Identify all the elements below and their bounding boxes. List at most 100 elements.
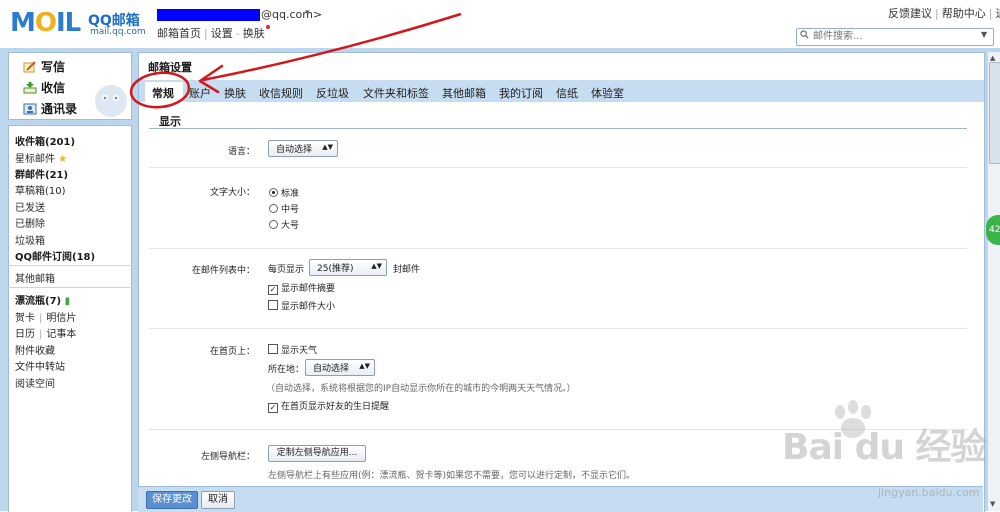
user-domain: @qq.com> bbox=[261, 8, 323, 21]
watermark: Bai du 经验 jingyan.baidu.com bbox=[760, 400, 1000, 510]
radio-icon bbox=[269, 220, 278, 229]
sidebar-item-spam[interactable]: 垃圾箱 bbox=[15, 232, 45, 247]
per-page-select[interactable]: 25(推荐) ▲▼ bbox=[309, 259, 387, 276]
radio-icon bbox=[269, 204, 278, 213]
font-size-standard-radio[interactable]: 标准 bbox=[269, 186, 299, 199]
sidebar-item-starred[interactable]: 星标邮件 ★ bbox=[15, 150, 67, 165]
tab-general[interactable]: 常规 bbox=[152, 85, 174, 101]
show-summary-checkbox[interactable]: ✓ 显示邮件摘要 bbox=[268, 281, 335, 295]
checkbox-checked-icon: ✓ bbox=[268, 403, 278, 413]
sidebar-item-group[interactable]: 群邮件(21) bbox=[15, 166, 68, 181]
birthday-reminder-checkbox[interactable]: ✓ 在首页显示好友的生日提醒 bbox=[268, 399, 389, 413]
mail-list-label: 在邮件列表中： bbox=[191, 266, 255, 276]
per-page-label: 每页显示 bbox=[268, 265, 305, 275]
receive-button[interactable]: 收信 bbox=[23, 79, 65, 96]
contacts-button[interactable]: 通讯录 bbox=[23, 100, 77, 117]
location-select[interactable]: 自动选择 ▲▼ bbox=[305, 359, 375, 376]
header-links: 邮箱首页 | 设置 - 换肤 bbox=[157, 25, 270, 41]
chevron-updown-icon: ▲▼ bbox=[371, 262, 382, 270]
header: MOIL QQ邮箱 mail.qq.com @qq.com> ▾ 邮箱首页 | 设置… bbox=[0, 0, 1000, 48]
settings-link[interactable]: 设置 bbox=[211, 27, 233, 40]
postcard-link[interactable]: 明信片 bbox=[46, 313, 76, 324]
tab-skin[interactable]: 换肤 bbox=[224, 85, 246, 101]
tab-folders-labels[interactable]: 文件夹和标签 bbox=[363, 85, 429, 101]
sidebar-item-attachments[interactable]: 附件收藏 bbox=[15, 342, 55, 357]
sidebar-main-actions: 写信 收信 通讯录 bbox=[8, 52, 132, 120]
scroll-up-icon[interactable]: ▲ bbox=[990, 54, 995, 62]
greeting-card-link[interactable]: 贺卡 bbox=[15, 313, 35, 324]
sidebar-item-file-transfer[interactable]: 文件中转站 bbox=[15, 358, 65, 373]
search-dropdown-icon[interactable]: ▼ bbox=[981, 30, 987, 39]
watermark-url: jingyan.baidu.com bbox=[878, 486, 980, 499]
sidebar-item-inbox[interactable]: 收件箱(201) bbox=[15, 133, 75, 148]
left-nav-label: 左侧导航栏： bbox=[200, 452, 255, 462]
chevron-updown-icon: ▲▼ bbox=[359, 362, 370, 370]
tab-account[interactable]: 账户 bbox=[189, 85, 211, 101]
checkbox-icon bbox=[268, 300, 278, 310]
search-box[interactable]: ▼ bbox=[796, 28, 994, 46]
search-input[interactable] bbox=[813, 30, 973, 43]
bottle-icon: ▮ bbox=[64, 296, 71, 307]
language-label: 语言： bbox=[227, 147, 255, 157]
divider bbox=[8, 287, 130, 288]
home-page-label: 在首页上： bbox=[209, 347, 255, 357]
logo-brand: MOIL bbox=[10, 8, 81, 38]
search-icon bbox=[800, 30, 809, 39]
weather-note: （自动选择，系统将根据您的IP自动显示你所在的城市的今明两天天气情况。） bbox=[266, 384, 576, 394]
notes-link[interactable]: 记事本 bbox=[46, 329, 76, 340]
logo[interactable]: MOIL QQ邮箱 mail.qq.com bbox=[10, 8, 150, 42]
divider bbox=[149, 128, 967, 129]
location-label: 所在地： bbox=[268, 365, 305, 375]
inbox-download-icon bbox=[23, 82, 37, 94]
side-widget-bubble[interactable]: 42 bbox=[986, 215, 1000, 245]
tab-other-mail[interactable]: 其他邮箱 bbox=[442, 85, 486, 101]
sidebar-item-bottle[interactable]: 漂流瓶(7) ▮ bbox=[15, 292, 70, 307]
mail-home-link[interactable]: 邮箱首页 bbox=[157, 27, 201, 40]
sidebar-item-reading[interactable]: 阅读空间 bbox=[15, 375, 55, 390]
save-button[interactable]: 保存更改 bbox=[146, 491, 198, 509]
tab-rules[interactable]: 收信规则 bbox=[259, 85, 303, 101]
customize-left-nav-button[interactable]: 定制左侧导航应用... bbox=[268, 445, 366, 462]
show-size-checkbox[interactable]: 显示邮件大小 bbox=[268, 299, 335, 312]
show-weather-checkbox[interactable]: 显示天气 bbox=[268, 343, 317, 356]
page-title: 邮箱设置 bbox=[148, 61, 192, 74]
settings-tabs: 常规 账户 换肤 收信规则 反垃圾 文件夹和标签 其他邮箱 我的订阅 信纸 体验… bbox=[139, 80, 984, 102]
chevron-updown-icon: ▲▼ bbox=[322, 143, 333, 151]
tab-subscriptions[interactable]: 我的订阅 bbox=[499, 85, 543, 101]
help-link[interactable]: 帮助中心 bbox=[942, 7, 986, 20]
sidebar-item-deleted[interactable]: 已删除 bbox=[15, 215, 45, 230]
watermark-text: Bai du 经验 bbox=[782, 427, 987, 468]
top-links: 反馈建议|帮助中心|退出 bbox=[888, 5, 1000, 21]
sidebar-item-other-mail[interactable]: 其他邮箱 bbox=[15, 270, 55, 285]
write-button[interactable]: 写信 bbox=[23, 58, 65, 75]
logo-domain: mail.qq.com bbox=[90, 27, 146, 37]
cancel-button[interactable]: 取消 bbox=[201, 491, 235, 509]
tab-stationery[interactable]: 信纸 bbox=[556, 85, 578, 101]
redacted-username bbox=[157, 9, 260, 21]
scroll-thumb[interactable] bbox=[989, 62, 1000, 164]
language-select[interactable]: 自动选择 ▲▼ bbox=[268, 140, 338, 157]
font-size-medium-radio[interactable]: 中号 bbox=[269, 202, 299, 215]
mascot-icon bbox=[95, 85, 127, 117]
left-nav-note: 左侧导航栏上有些应用(例：漂流瓶、贺卡等)如果您不需要，您可以进行定制，不显示它… bbox=[268, 471, 636, 481]
sidebar-item-drafts[interactable]: 草稿箱(10) bbox=[15, 182, 66, 197]
per-page-unit: 封邮件 bbox=[393, 265, 421, 275]
star-icon: ★ bbox=[58, 154, 68, 165]
font-size-large-radio[interactable]: 大号 bbox=[269, 218, 299, 231]
skin-link[interactable]: 换肤 bbox=[243, 27, 265, 40]
checkbox-checked-icon: ✓ bbox=[268, 285, 278, 295]
logout-link[interactable]: 退出 bbox=[995, 7, 1000, 20]
sidebar-item-calendar: 日历 | 记事本 bbox=[15, 329, 77, 340]
tab-labs[interactable]: 体验室 bbox=[591, 85, 624, 101]
chevron-down-icon[interactable]: ▾ bbox=[305, 8, 310, 18]
calendar-link[interactable]: 日历 bbox=[15, 329, 35, 340]
divider bbox=[149, 328, 967, 329]
tab-anti-spam[interactable]: 反垃圾 bbox=[316, 85, 349, 101]
divider bbox=[8, 265, 130, 266]
sidebar-item-qq-subscription[interactable]: QQ邮件订阅(18) bbox=[15, 248, 95, 263]
feedback-link[interactable]: 反馈建议 bbox=[888, 7, 932, 20]
divider bbox=[149, 248, 967, 249]
sidebar-item-sent[interactable]: 已发送 bbox=[15, 199, 45, 214]
address-book-icon bbox=[23, 103, 37, 115]
pencil-icon bbox=[23, 61, 36, 73]
